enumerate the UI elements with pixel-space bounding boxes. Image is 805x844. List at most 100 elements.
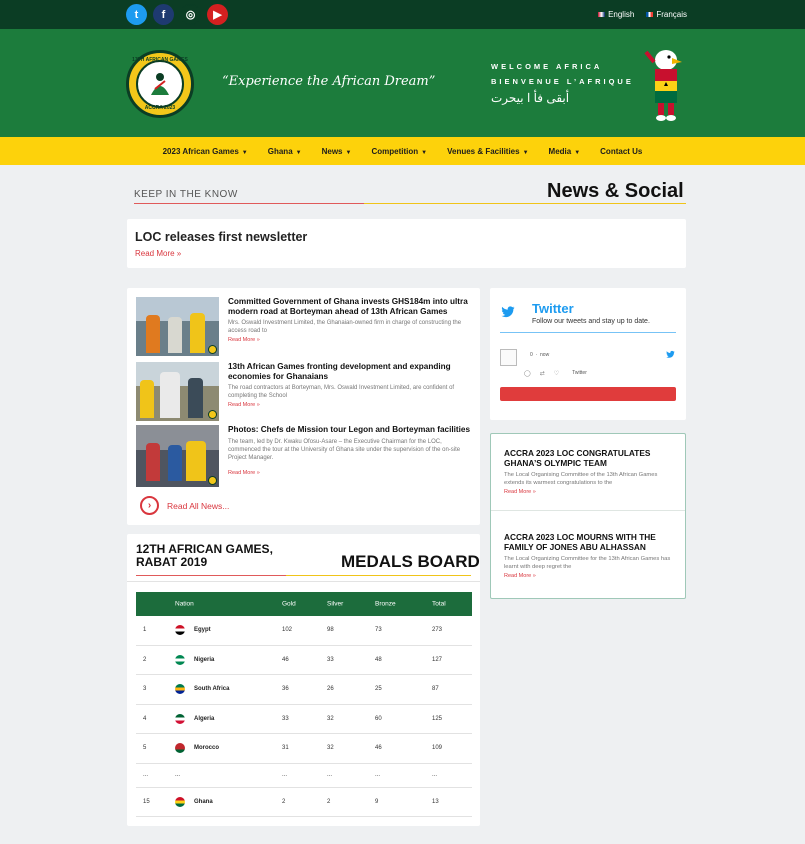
tweet-meta: 0 · now	[530, 352, 549, 358]
rank-cell: 2	[143, 656, 147, 663]
logo-badge-icon	[208, 345, 217, 354]
nation-cell: Ghana	[194, 798, 213, 805]
accra-2023-logo[interactable]: 13TH AFRICAN GAMES ACCRA 2023	[126, 50, 194, 118]
country-flag-icon	[175, 743, 185, 754]
avatar[interactable]	[500, 349, 517, 366]
nav-item-venues[interactable]: Venues & Facilities ▼	[437, 147, 538, 156]
total-cell: ...	[432, 772, 438, 778]
post-item: ACCRA 2023 LOC CONGRATULATES GHANA’S OLY…	[504, 448, 676, 495]
post-read-more-link[interactable]: Read More »	[504, 573, 676, 579]
news-read-more-link[interactable]: Read More »	[228, 402, 260, 408]
logo-figure-icon	[151, 73, 169, 95]
gold-cell: ...	[282, 772, 288, 778]
table-row: 4 Algeria 33 32 60 125	[136, 705, 472, 734]
table-row: 3 South Africa 36 26 25 87	[136, 675, 472, 705]
lang-english[interactable]: English	[598, 10, 634, 19]
like-icon[interactable]: ♡	[554, 370, 559, 377]
chevron-right-icon: ›	[140, 496, 159, 515]
logo-text-bottom: ACCRA 2023	[144, 105, 176, 111]
tweet-count: 0	[530, 352, 533, 358]
nav-item-ghana[interactable]: Ghana ▼	[258, 147, 312, 156]
twitter-title[interactable]: Twitter	[532, 301, 574, 316]
section-kicker: KEEP IN THE KNOW	[134, 189, 238, 200]
youtube-icon[interactable]: ▶	[207, 4, 228, 25]
medals-event-line2: RABAT 2019	[136, 555, 208, 569]
silver-cell: 32	[327, 715, 334, 722]
nav-label: 2023 African Games	[162, 146, 239, 156]
bronze-cell: 46	[375, 745, 382, 752]
mascot-image	[644, 50, 682, 121]
main-nav: 2023 African Games ▼ Ghana ▼ News ▼ Competi…	[0, 137, 805, 165]
gold-cell: 102	[282, 627, 293, 634]
logo-badge-icon	[208, 410, 217, 419]
news-read-more-link[interactable]: Read More »	[228, 470, 260, 476]
tagline: “Experience the African Dream”	[222, 74, 436, 89]
tweet-source-label[interactable]: Twitter	[572, 370, 587, 377]
country-flag-icon	[175, 684, 185, 695]
news-item: Photos: Chefs de Mission tour Legon and …	[136, 425, 473, 487]
medals-board-title: MEDALS BOARD	[341, 552, 480, 571]
post-read-more-link[interactable]: Read More »	[504, 489, 676, 495]
post-title[interactable]: ACCRA 2023 LOC MOURNS WITH THE FAMILY OF…	[504, 532, 676, 552]
twitter-icon[interactable]: t	[126, 4, 147, 25]
twitter-bird-icon	[666, 350, 675, 358]
logo-emblem	[136, 60, 184, 108]
nav-item-african-games[interactable]: 2023 African Games ▼	[153, 147, 258, 156]
section-divider-accent	[134, 203, 364, 204]
lang-french[interactable]: Français	[646, 10, 687, 19]
header-total: Total	[432, 600, 446, 608]
section-title: News & Social	[547, 180, 684, 202]
follow-button[interactable]	[500, 387, 676, 401]
silver-cell: 33	[327, 656, 334, 663]
logo-text-top: 13TH AFRICAN GAMES	[132, 57, 188, 63]
country-flag-icon	[175, 713, 185, 724]
nav-item-competition[interactable]: Competition ▼	[361, 147, 437, 156]
instagram-icon[interactable]: ◎	[180, 4, 201, 25]
lang-english-label: English	[608, 10, 635, 19]
total-cell: 125	[432, 715, 443, 722]
table-row: 1 Egypt 102 98 73 273	[136, 616, 472, 646]
country-flag-icon	[175, 625, 185, 636]
table-row: 2 Nigeria 46 33 48 127	[136, 646, 472, 675]
welcome-english: WELCOME AFRICA	[491, 62, 603, 71]
news-headline[interactable]: 13th African Games fronting development …	[228, 362, 473, 382]
post-excerpt: The Local Organizing Committee for the 1…	[504, 556, 671, 570]
news-thumbnail[interactable]	[136, 362, 219, 421]
gold-cell: 46	[282, 656, 289, 663]
rank-cell: 5	[143, 745, 147, 752]
news-list: Committed Government of Ghana invests GH…	[127, 288, 480, 525]
facebook-icon[interactable]: f	[153, 4, 174, 25]
caret-down-icon: ▼	[421, 149, 428, 156]
reply-icon[interactable]: ◯	[524, 370, 531, 377]
newsletter-read-more-link[interactable]: Read More »	[135, 249, 181, 258]
twitter-subtitle: Follow our tweets and stay up to date.	[532, 318, 650, 325]
news-headline[interactable]: Committed Government of Ghana invests GH…	[228, 297, 473, 317]
news-headline[interactable]: Photos: Chefs de Mission tour Legon and …	[228, 425, 473, 435]
nation-cell: Algeria	[194, 715, 215, 722]
medals-table: Nation Gold Silver Bronze Total 1 Egypt 10…	[136, 592, 472, 817]
news-thumbnail[interactable]	[136, 297, 219, 356]
news-thumbnail[interactable]	[136, 425, 219, 487]
newsletter-title[interactable]: LOC releases first newsletter	[135, 230, 307, 244]
bronze-cell: 60	[375, 715, 382, 722]
lang-french-label: Français	[656, 10, 687, 19]
site-header: 13TH AFRICAN GAMES ACCRA 2023 “Experienc…	[0, 29, 805, 137]
header-bronze: Bronze	[375, 600, 396, 608]
bronze-cell: 9	[375, 798, 379, 805]
nav-item-media[interactable]: Media ▼	[539, 147, 591, 156]
silver-cell: ...	[327, 772, 333, 778]
welcome-french: BIENVENUE L’AFRIQUE	[491, 77, 634, 86]
read-all-news-link[interactable]: › Read All News...	[140, 496, 229, 515]
post-title[interactable]: ACCRA 2023 LOC CONGRATULATES GHANA’S OLY…	[504, 448, 676, 468]
news-read-more-link[interactable]: Read More »	[228, 337, 260, 343]
medals-board: 12TH AFRICAN GAMES, RABAT 2019 MEDALS BO…	[127, 534, 480, 826]
tweet-separator: ·	[535, 352, 538, 358]
twitter-widget: Twitter Follow our tweets and stay up to…	[490, 288, 686, 420]
nav-item-news[interactable]: News ▼	[312, 147, 362, 156]
news-item: Committed Government of Ghana invests GH…	[136, 297, 471, 357]
country-flag-icon	[175, 796, 185, 807]
caret-down-icon: ▼	[295, 149, 302, 156]
nav-item-contact[interactable]: Contact Us	[590, 147, 652, 156]
retweet-icon[interactable]: ⇄	[540, 370, 545, 377]
nav-label: Venues & Facilities	[447, 146, 520, 156]
